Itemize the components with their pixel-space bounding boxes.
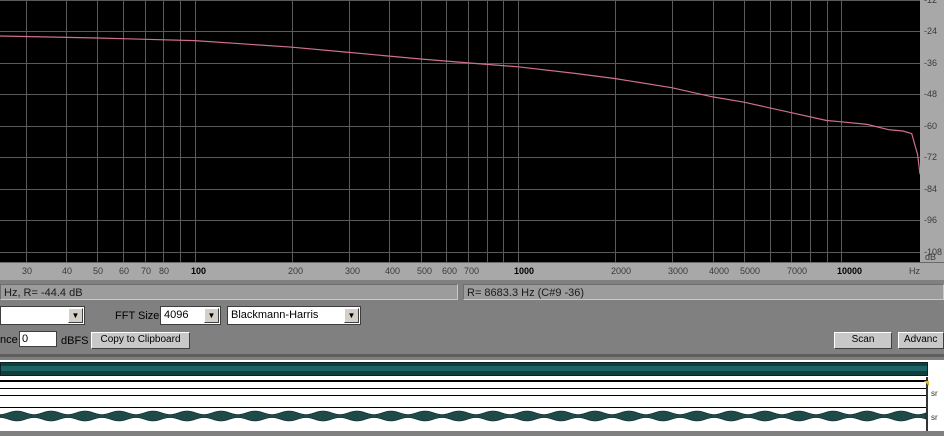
x-tick-label: 50: [93, 266, 104, 276]
x-tick-label: 70: [141, 266, 152, 276]
y-tick-label: -48: [924, 89, 938, 99]
overview-scrollbar[interactable]: [0, 362, 928, 376]
y-tick-label: -12: [924, 0, 938, 5]
x-tick-label: 100: [191, 266, 207, 276]
x-tick-label: 400: [385, 266, 401, 276]
reference-input[interactable]: 0: [19, 331, 57, 347]
x-tick-label: 80: [159, 266, 170, 276]
x-tick-label: 4000: [709, 266, 730, 276]
x-tick-label: 3000: [668, 266, 689, 276]
x-tick-label: 7000: [787, 266, 808, 276]
dbfs-label: dBFS: [61, 335, 89, 347]
x-tick-label: 500: [417, 266, 433, 276]
status-bar: Hz, R= -44.4 dB R= 8683.3 Hz (C#9 -36): [0, 284, 944, 302]
spectrum-plot[interactable]: [0, 0, 920, 262]
reference-label: nce: [0, 334, 18, 346]
waveform-edge: [926, 377, 928, 431]
left-readout: Hz, R= -44.4 dB: [0, 284, 458, 300]
x-unit-label: Hz: [909, 266, 920, 276]
x-tick-label: 10000: [837, 266, 863, 276]
copy-to-clipboard-button[interactable]: Copy to Clipboard: [91, 332, 190, 349]
x-tick-label: 200: [288, 266, 304, 276]
x-axis: 30 40 50 60 70 80 100 200 300 400 500 600 700 1000 200…: [0, 262, 944, 280]
chevron-down-icon[interactable]: ▼: [344, 308, 359, 323]
waveform-rule: [0, 380, 926, 382]
x-tick-label: 60: [119, 266, 130, 276]
channel-side-label: sr: [931, 389, 938, 398]
scan-button[interactable]: Scan: [834, 332, 892, 349]
spectrum-chart-svg: [0, 0, 920, 262]
waveform-rule: [0, 388, 926, 389]
y-unit-label: dB: [925, 252, 937, 262]
waveform-rule: [0, 395, 926, 396]
y-tick-label: -84: [924, 184, 938, 194]
spectrum-curve: [0, 35, 920, 175]
channel-select[interactable]: ▼: [0, 306, 85, 325]
right-readout: R= 8683.3 Hz (C#9 -36): [463, 284, 944, 300]
chevron-down-icon[interactable]: ▼: [204, 308, 219, 323]
y-tick-label: -72: [924, 152, 938, 162]
x-tick-label: 40: [62, 266, 73, 276]
x-tick-label: 600: [442, 266, 458, 276]
x-tick-label: 5000: [740, 266, 761, 276]
y-tick-label: -24: [924, 26, 938, 36]
overview-scroll-thumb[interactable]: [1, 366, 927, 371]
waveform-rule: [0, 407, 926, 408]
window-value: Blackmann-Harris: [231, 309, 319, 321]
y-axis: -12 -24 -36 -48 -60 -72 -84 -96 -108 dB: [920, 0, 944, 262]
x-tick-label: 300: [345, 266, 361, 276]
y-tick-label: -36: [924, 58, 938, 68]
fft-size-select[interactable]: 4096 ▼: [160, 306, 221, 325]
channel-side-label: sr: [931, 413, 938, 422]
x-tick-label: 700: [464, 266, 480, 276]
waveform-envelope: [0, 410, 927, 422]
x-tick-label: 2000: [611, 266, 632, 276]
x-tick-label: 1000: [514, 266, 535, 276]
y-tick-label: -96: [924, 215, 938, 225]
window-select[interactable]: Blackmann-Harris ▼: [227, 306, 361, 325]
x-tick-label: 30: [22, 266, 33, 276]
panel-divider: [0, 354, 944, 357]
y-tick-label: -60: [924, 121, 938, 131]
chevron-down-icon[interactable]: ▼: [68, 308, 83, 323]
fft-size-label: FFT Size: [115, 310, 160, 322]
advanced-button[interactable]: Advanc: [898, 332, 944, 349]
fft-size-value: 4096: [164, 309, 189, 321]
